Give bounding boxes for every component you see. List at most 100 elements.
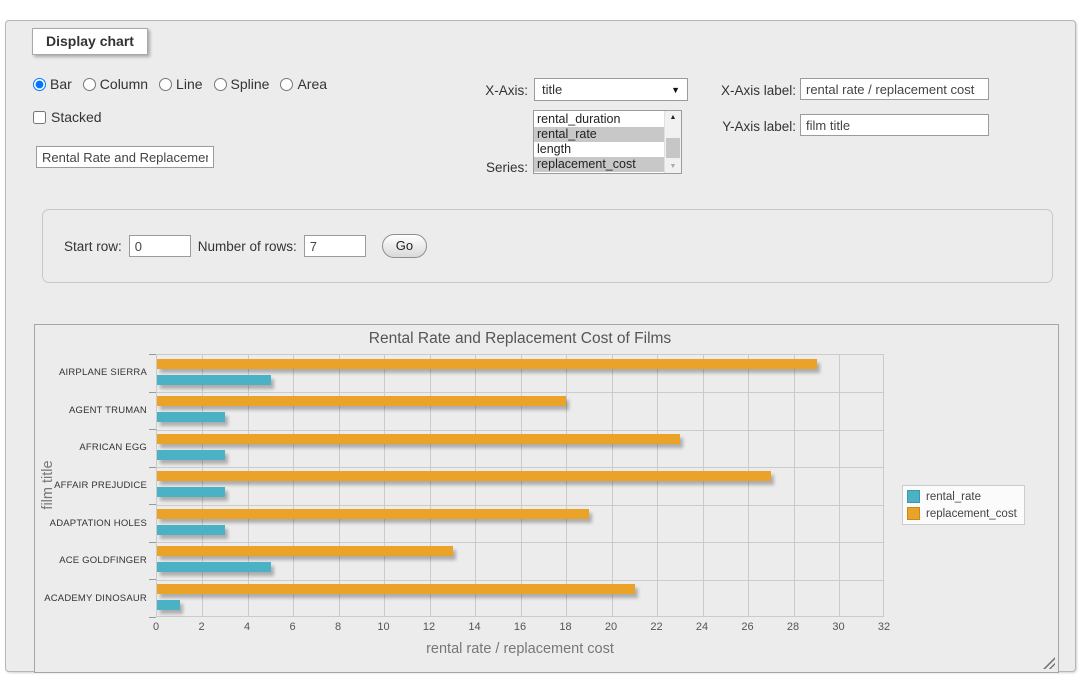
- y-tick-mark: [149, 429, 156, 430]
- stacked-label: Stacked: [51, 109, 102, 125]
- gridline: [293, 355, 294, 616]
- radio-bar[interactable]: [33, 78, 46, 91]
- x-tick-label: 2: [186, 621, 218, 633]
- x-tick-label: 18: [550, 621, 582, 633]
- bar-replacement_cost: [157, 359, 817, 369]
- bar-rental_rate: [157, 412, 225, 422]
- gridline: [202, 355, 203, 616]
- series-option-rental_duration[interactable]: rental_duration: [534, 112, 664, 127]
- bar-replacement_cost: [157, 509, 589, 519]
- number-of-rows-input[interactable]: [304, 235, 366, 257]
- gridline: [657, 355, 658, 616]
- category-label: AFFAIR PREJUDICE: [35, 480, 147, 491]
- scroll-up-icon[interactable]: ▲: [665, 111, 681, 124]
- x-tick-label: 14: [459, 621, 491, 633]
- fieldset-legend: Display chart: [32, 28, 148, 55]
- go-button[interactable]: Go: [382, 234, 427, 258]
- legend-label: rental_rate: [926, 491, 981, 503]
- x-axis-label-input[interactable]: [800, 78, 989, 100]
- x-axis-select-value: title: [542, 82, 562, 97]
- chart-type-option-spline[interactable]: Spline: [214, 76, 270, 92]
- x-tick-label: 6: [277, 621, 309, 633]
- x-tick-label: 4: [231, 621, 263, 633]
- gridline: [157, 542, 883, 543]
- gridline: [248, 355, 249, 616]
- series-options: rental_durationrental_ratelengthreplacem…: [534, 111, 664, 173]
- gridline: [521, 355, 522, 616]
- chart-legend: rental_rate replacement_cost: [902, 485, 1025, 525]
- row-controls-panel: Start row: Number of rows: Go: [42, 209, 1053, 283]
- bar-rental_rate: [157, 375, 271, 385]
- x-axis-select[interactable]: title ▼: [534, 78, 688, 101]
- gridline: [157, 430, 883, 431]
- gridline: [475, 355, 476, 616]
- listbox-scrollbar[interactable]: ▲ ▼: [664, 111, 681, 173]
- radio-line[interactable]: [159, 78, 172, 91]
- gridline: [703, 355, 704, 616]
- radio-area[interactable]: [280, 78, 293, 91]
- radio-spline[interactable]: [214, 78, 227, 91]
- gridline: [839, 355, 840, 616]
- x-axis-select-label: X-Axis:: [436, 83, 528, 98]
- gridline: [566, 355, 567, 616]
- gridline: [339, 355, 340, 616]
- stacked-option[interactable]: Stacked: [33, 109, 102, 125]
- scroll-down-icon[interactable]: ▼: [665, 160, 681, 173]
- x-tick-label: 12: [413, 621, 445, 633]
- chart-title-input[interactable]: [36, 146, 214, 168]
- bar-replacement_cost: [157, 396, 566, 406]
- series-option-replacement_cost[interactable]: replacement_cost: [534, 157, 664, 172]
- legend-entry-replacement_cost: replacement_cost: [907, 507, 1017, 520]
- bar-rental_rate: [157, 600, 180, 610]
- chart-type-label: Bar: [50, 76, 72, 92]
- x-tick-label: 32: [868, 621, 900, 633]
- gridline: [157, 580, 883, 581]
- bar-replacement_cost: [157, 584, 635, 594]
- chart-type-radio-group: Bar Column Line Spline Area: [33, 76, 327, 92]
- legend-swatch-icon: [907, 507, 920, 520]
- series-listbox[interactable]: rental_durationrental_ratelengthreplacem…: [533, 110, 682, 174]
- radio-column[interactable]: [83, 78, 96, 91]
- y-axis-label-input[interactable]: [800, 114, 989, 136]
- x-axis-label-field-label: X-Axis label:: [696, 83, 796, 98]
- scrollbar-thumb[interactable]: [666, 138, 680, 158]
- display-chart-fieldset: Display chart Bar Column Line Spline Area St…: [5, 20, 1076, 672]
- category-label: AIRPLANE SIERRA: [35, 367, 147, 378]
- chart-x-axis-title: rental rate / replacement cost: [156, 641, 884, 657]
- bar-replacement_cost: [157, 471, 771, 481]
- gridline: [430, 355, 431, 616]
- series-option-length[interactable]: length: [534, 142, 664, 157]
- legend-label: replacement_cost: [926, 508, 1017, 520]
- chart-type-label: Column: [100, 76, 148, 92]
- gridline: [157, 505, 883, 506]
- y-tick-mark: [149, 354, 156, 355]
- x-tick-label: 8: [322, 621, 354, 633]
- gridline: [384, 355, 385, 616]
- chart-title: Rental Rate and Replacement Cost of Film…: [156, 330, 884, 348]
- bar-replacement_cost: [157, 434, 680, 444]
- chart-type-option-column[interactable]: Column: [83, 76, 148, 92]
- chart-type-option-bar[interactable]: Bar: [33, 76, 72, 92]
- chart-type-option-line[interactable]: Line: [159, 76, 202, 92]
- x-tick-label: 24: [686, 621, 718, 633]
- chart-type-option-area[interactable]: Area: [280, 76, 327, 92]
- stacked-checkbox[interactable]: [33, 111, 46, 124]
- legend-swatch-icon: [907, 490, 920, 503]
- chart-type-label: Line: [176, 76, 202, 92]
- y-tick-mark: [149, 542, 156, 543]
- y-tick-mark: [149, 617, 156, 618]
- series-option-rental_rate[interactable]: rental_rate: [534, 127, 664, 142]
- gridline: [157, 392, 883, 393]
- x-tick-label: 22: [641, 621, 673, 633]
- resize-handle-icon[interactable]: [1043, 657, 1055, 669]
- category-label: AGENT TRUMAN: [35, 405, 147, 416]
- x-tick-label: 26: [732, 621, 764, 633]
- start-row-input[interactable]: [129, 235, 191, 257]
- bar-rental_rate: [157, 525, 225, 535]
- gridline: [612, 355, 613, 616]
- chart-type-label: Area: [297, 76, 327, 92]
- gridline: [157, 467, 883, 468]
- x-tick-label: 30: [823, 621, 855, 633]
- y-axis-label-field-label: Y-Axis label:: [696, 119, 796, 134]
- scrollbar-track[interactable]: [665, 124, 681, 160]
